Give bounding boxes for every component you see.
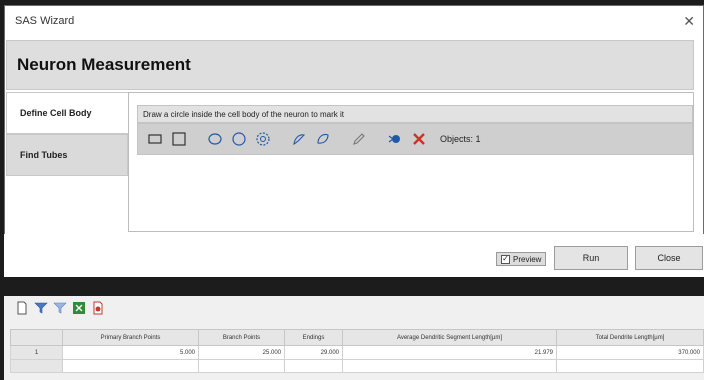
drawing-toolbar: Objects: 1	[137, 123, 693, 155]
window-close-button[interactable]: ✕	[683, 13, 695, 30]
column-header[interactable]	[10, 329, 63, 346]
column-header[interactable]: Total Dendrite Length[µm]	[556, 329, 704, 346]
filter-options-icon[interactable]	[52, 300, 68, 316]
table-row[interactable]: 1 5.000 25.000 29.000 21.979 370.000	[10, 345, 704, 360]
row-number: 1	[10, 345, 63, 360]
tab-label: Define Cell Body	[20, 108, 92, 118]
freehand-icon[interactable]	[290, 130, 308, 148]
table-cell: 25.000	[198, 345, 285, 360]
page-title: Neuron Measurement	[6, 40, 694, 90]
document-icon[interactable]	[14, 300, 30, 316]
wizard-footer: ✓ Preview Run Close	[4, 234, 704, 277]
column-header[interactable]: Endings	[284, 329, 343, 346]
table-cell: 21.979	[342, 345, 557, 360]
close-button[interactable]: Close	[635, 246, 703, 270]
filter-icon[interactable]	[33, 300, 49, 316]
table-cell: 370.000	[556, 345, 704, 360]
rectangle-icon[interactable]	[146, 130, 164, 148]
table-header-row: Primary Branch Points Branch Points Endi…	[10, 329, 704, 346]
freehand-closed-icon[interactable]	[314, 130, 332, 148]
title-bar: SAS Wizard ✕	[5, 6, 703, 36]
wizard-steps-sidebar: Define Cell Body Find Tubes	[6, 92, 128, 176]
table-row-empty	[10, 359, 704, 373]
delete-icon[interactable]	[410, 130, 428, 148]
tab-define-cell-body[interactable]: Define Cell Body	[6, 92, 128, 134]
excel-export-icon[interactable]	[71, 300, 87, 316]
results-toolbar	[4, 296, 704, 320]
window-title: SAS Wizard	[15, 15, 75, 27]
circle-icon[interactable]	[230, 130, 248, 148]
table-cell: 5.000	[62, 345, 199, 360]
pdf-export-icon[interactable]	[90, 300, 106, 316]
objects-count: Objects: 1	[440, 134, 481, 144]
object-select-icon[interactable]	[386, 130, 404, 148]
square-icon[interactable]	[170, 130, 188, 148]
results-table: Primary Branch Points Branch Points Endi…	[10, 329, 704, 373]
tab-find-tubes[interactable]: Find Tubes	[6, 134, 128, 176]
instruction-text: Draw a circle inside the cell body of th…	[137, 105, 693, 123]
column-header[interactable]: Branch Points	[198, 329, 285, 346]
run-button[interactable]: Run	[554, 246, 628, 270]
table-cell: 29.000	[284, 345, 343, 360]
tab-label: Find Tubes	[20, 150, 68, 160]
circle-dashed-icon[interactable]	[254, 130, 272, 148]
checkbox-box[interactable]: ✓	[501, 254, 510, 264]
pencil-icon[interactable]	[350, 130, 368, 148]
ellipse-icon[interactable]	[206, 130, 224, 148]
column-header[interactable]: Average Dendritic Segment Length[µm]	[342, 329, 557, 346]
preview-checkbox[interactable]: ✓ Preview	[496, 252, 547, 266]
column-header[interactable]: Primary Branch Points	[62, 329, 199, 346]
preview-label: Preview	[513, 254, 542, 264]
step-content-panel: Draw a circle inside the cell body of th…	[128, 92, 694, 232]
results-panel: Primary Branch Points Branch Points Endi…	[4, 296, 704, 380]
